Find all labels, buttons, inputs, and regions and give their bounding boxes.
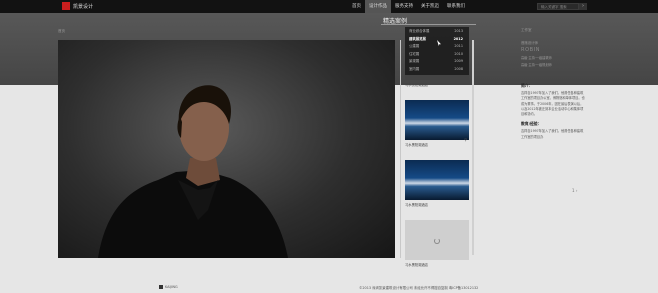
title-underline (381, 24, 476, 25)
footer-logo[interactable]: KAIJING (159, 285, 178, 289)
dropdown-item-year: 2009 (454, 59, 463, 64)
copyright-text: ©2013 深圳凯景建筑设计有限公司 未经允许不得擅自复制 粤ICP备13012… (359, 286, 479, 290)
nav-item-services[interactable]: 服务支持 (391, 0, 417, 13)
thumbnail-list: 习水黑阳湖酒店 习水黑阳湖酒店 ⚲ 习水黑阳湖酒店 习水黑阳湖酒店 (405, 40, 469, 280)
designer-role: 首席设计师 (521, 41, 538, 45)
thumbnail-item[interactable]: 习水黑阳湖酒店 (405, 220, 469, 267)
thumbnail-item[interactable]: 习水黑阳湖酒店 (405, 160, 469, 207)
dropdown-item-year: 2011 (454, 44, 463, 49)
thumbnail-caption: 习水黑阳湖酒店 (405, 203, 429, 207)
dropdown-item[interactable]: 公建展 2011 (405, 43, 469, 51)
footer-logo-text: KAIJING (165, 285, 178, 289)
designer-title-1: 高级·主持·一级建筑师 (521, 56, 552, 60)
thumbnail-caption: 习水黑阳湖酒店 (405, 143, 429, 147)
footer-logo-mark-icon (159, 285, 163, 289)
dropdown-item[interactable]: 商业综合体展 2013 (405, 28, 469, 36)
dropdown-item-year: 2008 (454, 66, 463, 71)
thumbnail-image[interactable] (405, 160, 469, 200)
main-nav: 首页 设计作品 服务支持 关于凯迈 联系我们 (348, 0, 469, 13)
breadcrumb-left[interactable]: 首页 (58, 29, 65, 34)
thumbnail-scrollbar[interactable] (472, 40, 474, 255)
portrait-photo (58, 40, 395, 258)
thumbnail-image[interactable] (405, 100, 469, 140)
dropdown-item-label: 公建展 (409, 44, 420, 49)
dropdown-item-label: 商业综合体展 (409, 29, 430, 33)
dropdown-item-year: 2012 (453, 36, 463, 41)
nav-item-home[interactable]: 首页 (348, 0, 365, 13)
logo-text: 凯景设计 (73, 3, 94, 10)
zoom-icon[interactable]: ⚲ (464, 137, 467, 142)
dropdown-item-label: 建筑展览展 (409, 36, 426, 41)
top-navbar: 凯景设计 首页 设计作品 服务支持 关于凯迈 联系我们 › (0, 0, 658, 13)
info-pager[interactable]: 1 › (572, 188, 577, 193)
breadcrumb-right[interactable]: 工作室 (521, 28, 532, 33)
dropdown-item[interactable]: 建筑展览展 2012 (405, 36, 469, 44)
dropdown-item-year: 2010 (454, 51, 463, 56)
search-button[interactable]: › (579, 3, 587, 10)
logo-mark-icon (62, 2, 70, 10)
thumbnail-item[interactable]: 习水黑阳湖酒店 ⚲ (405, 100, 469, 147)
dropdown-item[interactable]: 景观展 2009 (405, 58, 469, 66)
designer-name: ROBIN (521, 47, 541, 53)
loading-spinner-icon (434, 238, 440, 244)
thumbnail-caption: 习水黑阳湖酒店 (405, 83, 429, 87)
nav-item-contact[interactable]: 联系我们 (443, 0, 469, 13)
thumbnail-caption: 习水黑阳湖酒店 (405, 263, 429, 267)
intro-heading: 简介： (521, 83, 533, 88)
dropdown-item-label: 景观展 (409, 59, 420, 64)
column-divider (400, 40, 401, 258)
intro-text: 吉祥自1997年加入了我们。他曾任各种建筑工作室的项目办公室，博物馆和单体项目。… (521, 91, 585, 117)
search-input[interactable] (537, 3, 579, 10)
year-dropdown-menu: 商业综合体展 2013 建筑展览展 2012 公建展 2011 住宅展 2010 景观展… (405, 27, 469, 75)
designer-info: 首席设计师 ROBIN 高级·主持·一级建筑师 高级·主持·一级规划师 简介： … (521, 40, 586, 139)
education-text: 吉祥自1997年加入了我们。他曾任各种建筑工作室的项目办 (521, 129, 584, 139)
dropdown-item-year: 2013 (454, 29, 463, 33)
dropdown-item[interactable]: 室内展 2008 (405, 66, 469, 74)
brand-logo[interactable]: 凯景设计 (62, 2, 93, 10)
nav-item-about[interactable]: 关于凯迈 (417, 0, 443, 13)
dropdown-item[interactable]: 住宅展 2010 (405, 51, 469, 59)
dropdown-item-label: 室内展 (409, 66, 420, 71)
portrait-figure (98, 85, 288, 258)
nav-item-works[interactable]: 设计作品 (365, 0, 391, 13)
dropdown-item-label: 住宅展 (409, 51, 420, 56)
